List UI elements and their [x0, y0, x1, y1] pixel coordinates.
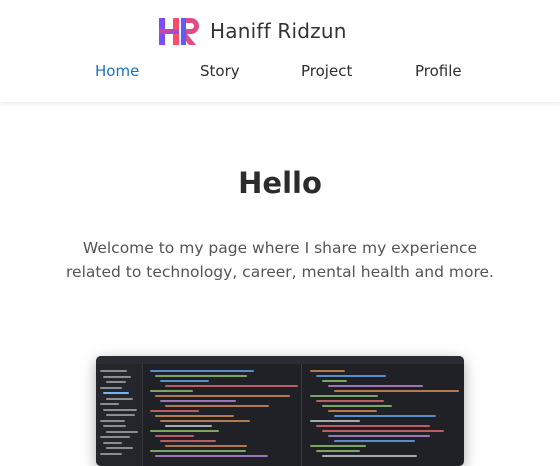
sidebar-entry [106, 397, 134, 400]
code-line [334, 440, 415, 442]
code-line [316, 450, 360, 452]
nav-project-link[interactable]: Project [301, 62, 352, 80]
code-line [334, 415, 436, 417]
editor-title-bar [96, 356, 464, 364]
code-line [316, 400, 385, 402]
code-line [322, 405, 392, 407]
code-line [310, 445, 366, 447]
code-line [334, 390, 460, 392]
nav-profile-link[interactable]: Profile [415, 62, 462, 80]
code-line [165, 385, 299, 387]
code-line [322, 430, 444, 432]
code-line [155, 455, 269, 457]
code-line [160, 420, 251, 422]
sidebar-entry [100, 403, 120, 405]
code-line [150, 430, 219, 432]
code-editor-screenshot-image [96, 356, 464, 466]
site-name[interactable]: Haniff Ridzun [210, 19, 347, 43]
sidebar-entry [106, 414, 135, 416]
hero-heading: Hello [238, 166, 322, 200]
code-line [165, 445, 247, 447]
code-line [322, 455, 418, 457]
code-line [328, 410, 378, 412]
sidebar-entry [103, 392, 129, 394]
code-line [160, 380, 210, 382]
code-line [310, 395, 379, 397]
code-line [150, 410, 199, 412]
code-line [155, 415, 235, 417]
sidebar-entry [103, 375, 132, 378]
nav-home-link[interactable]: Home [95, 62, 139, 80]
code-line [310, 420, 360, 422]
nav-story-link[interactable]: Story [200, 62, 240, 80]
code-line [155, 435, 194, 437]
sidebar-entry [100, 386, 123, 389]
sidebar-entry [103, 425, 127, 427]
code-line [150, 450, 247, 452]
code-line [165, 405, 269, 407]
sidebar-entry [100, 370, 127, 372]
sidebar-entry [106, 430, 139, 433]
code-line [155, 375, 247, 377]
code-line [322, 380, 348, 382]
sidebar-entry [103, 408, 137, 411]
code-line [160, 400, 237, 402]
hr-monogram-logo-icon[interactable] [158, 16, 201, 47]
sidebar-entry [100, 419, 126, 422]
code-line [316, 425, 431, 427]
sidebar-entry [100, 436, 130, 438]
code-line [150, 390, 194, 392]
sidebar-entry [106, 447, 133, 449]
code-line [328, 385, 423, 387]
code-line [160, 440, 217, 442]
code-line [155, 395, 291, 397]
editor-split-divider [301, 364, 302, 466]
code-line [165, 425, 212, 427]
hero-intro: Welcome to my page where I share my expe… [66, 239, 494, 281]
code-line [328, 435, 431, 437]
code-line [150, 370, 254, 372]
code-line [310, 370, 345, 372]
site-header: Haniff Ridzun Home Story Project Profile [0, 0, 560, 102]
brand[interactable]: Haniff Ridzun [158, 15, 347, 47]
sidebar-entry [106, 381, 127, 383]
code-line [316, 375, 386, 377]
sidebar-entry [103, 441, 123, 444]
